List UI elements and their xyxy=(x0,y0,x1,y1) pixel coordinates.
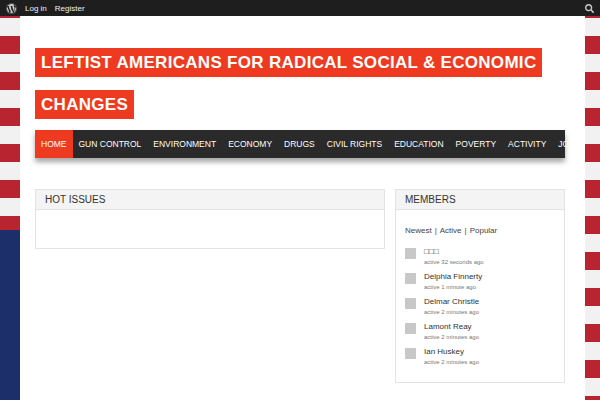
site-title-text[interactable]: LEFTIST AMERICANS FOR RADICAL SOCIAL & E… xyxy=(35,48,542,119)
member-row[interactable]: Lamont Reay active 2 minutes ago xyxy=(405,322,555,340)
nav-item[interactable]: GUN CONTROL xyxy=(73,130,148,158)
member-row[interactable]: □□□ active 32 seconds ago xyxy=(405,247,555,265)
avatar-icon[interactable] xyxy=(405,323,416,334)
nav-item[interactable]: EDUCATION xyxy=(388,130,449,158)
member-row[interactable]: Ian Huskey active 2 minutes ago xyxy=(405,347,555,365)
nav-item[interactable]: ENVIRONMENT xyxy=(147,130,222,158)
separator: | xyxy=(465,226,467,235)
member-info: Ian Huskey active 2 minutes ago xyxy=(424,347,479,365)
nav-item[interactable]: CIVIL RIGHTS xyxy=(321,130,388,158)
site-title: LEFTIST AMERICANS FOR RADICAL SOCIAL & E… xyxy=(35,42,570,126)
widget-title: MEMBERS xyxy=(396,190,564,210)
member-activity: active 2 minutes ago xyxy=(424,334,479,340)
member-info: Lamont Reay active 2 minutes ago xyxy=(424,322,479,340)
member-activity: active 2 minutes ago xyxy=(424,359,479,365)
separator: | xyxy=(435,226,437,235)
filter-link[interactable]: Active xyxy=(440,226,462,235)
nav-item[interactable]: ACTIVITY xyxy=(502,130,552,158)
members-widget: MEMBERSNewest|Active|Popular□□□active 32… xyxy=(395,189,565,383)
nav-item[interactable]: DRUGS xyxy=(278,130,321,158)
member-activity: active 1 minute ago xyxy=(424,284,482,290)
search-icon[interactable] xyxy=(585,4,594,13)
filter-link[interactable]: Newest xyxy=(405,226,432,235)
widget-body xyxy=(36,210,384,248)
member-name[interactable]: Lamont Reay xyxy=(424,322,479,331)
admin-link[interactable]: Register xyxy=(55,4,85,13)
avatar-icon[interactable] xyxy=(405,348,416,359)
nav-item[interactable]: HOME xyxy=(35,130,73,158)
avatar-icon[interactable] xyxy=(405,298,416,309)
hot-issues-widget: HOT ISSUES xyxy=(35,189,385,249)
main-nav: HOMEGUN CONTROLENVIRONMENTECONOMYDRUGSCI… xyxy=(35,130,565,158)
admin-bar: Log in Register xyxy=(0,0,600,16)
member-activity: active 32 seconds ago xyxy=(424,259,484,265)
member-row[interactable]: Delmar Christle active 2 minutes ago xyxy=(405,297,555,315)
member-name[interactable]: Delphia Finnerty xyxy=(424,272,482,281)
main-container: LEFTIST AMERICANS FOR RADICAL SOCIAL & E… xyxy=(20,16,585,400)
member-name[interactable]: Ian Huskey xyxy=(424,347,479,356)
nav-item[interactable]: ECONOMY xyxy=(222,130,278,158)
widget-title: HOT ISSUES xyxy=(36,190,384,210)
member-info: □□□ active 32 seconds ago xyxy=(424,247,484,265)
member-filters: Newest|Active|Popular xyxy=(405,226,555,235)
member-info: Delmar Christle active 2 minutes ago xyxy=(424,297,479,315)
filter-link[interactable]: Popular xyxy=(470,226,498,235)
nav-item[interactable]: JOBS xyxy=(552,130,586,158)
admin-link[interactable]: Log in xyxy=(25,4,47,13)
widget-body: Newest|Active|Popular□□□active 32 second… xyxy=(396,210,564,382)
member-name[interactable]: □□□ xyxy=(424,247,484,256)
nav-item[interactable]: POVERTY xyxy=(450,130,502,158)
avatar-icon[interactable] xyxy=(405,248,416,259)
avatar-icon[interactable] xyxy=(405,273,416,284)
wordpress-icon[interactable] xyxy=(6,3,17,14)
member-activity: active 2 minutes ago xyxy=(424,309,479,315)
member-name[interactable]: Delmar Christle xyxy=(424,297,479,306)
page: Log in Register LEFTIST AMERICANS FOR RADI… xyxy=(0,0,600,400)
content: HOT ISSUESMEMBERSNewest|Active|Popular□□… xyxy=(35,189,565,383)
member-info: Delphia Finnerty active 1 minute ago xyxy=(424,272,482,290)
member-row[interactable]: Delphia Finnerty active 1 minute ago xyxy=(405,272,555,290)
